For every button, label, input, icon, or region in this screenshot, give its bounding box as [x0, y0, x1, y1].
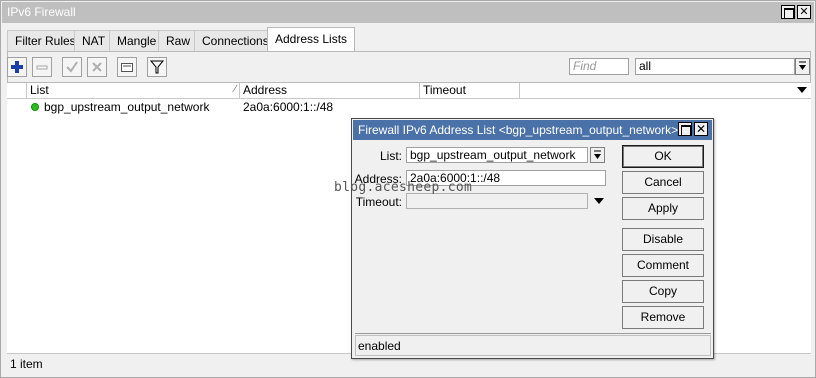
window-title: IPv6 Firewall [7, 5, 76, 19]
cancel-button[interactable]: Cancel [622, 171, 704, 194]
list-dropdown-button[interactable] [590, 147, 605, 163]
column-header-empty [520, 83, 811, 99]
filter-dropdown-button[interactable] [795, 58, 810, 75]
ok-button[interactable]: OK [622, 145, 704, 168]
table-header: List ⁄ Address Timeout [7, 83, 811, 99]
find-input[interactable]: Find [569, 58, 629, 75]
watermark: blog.acesheep.com [334, 180, 473, 195]
timeout-field[interactable] [406, 193, 588, 209]
close-icon[interactable]: ✕ [797, 5, 811, 19]
address-list-dialog: Firewall IPv6 Address List <bgp_upstream… [351, 118, 714, 359]
list-label: List: [379, 149, 402, 163]
cell-list: bgp_upstream_output_network [44, 100, 210, 114]
timeout-expand-icon[interactable] [594, 198, 604, 205]
copy-button[interactable]: Copy [622, 280, 704, 303]
filter-button[interactable] [147, 57, 167, 77]
tab-connections[interactable]: Connections [194, 30, 277, 51]
dialog-divider [355, 333, 711, 334]
status-dot-icon [31, 103, 39, 111]
list-select[interactable]: bgp_upstream_output_network [406, 147, 588, 163]
cell-address: 2a0a:6000:1::/48 [243, 100, 334, 114]
comment-button[interactable]: Comment [622, 254, 704, 277]
chevron-down-icon [594, 150, 601, 159]
tab-address-lists[interactable]: Address Lists [267, 27, 356, 52]
remove-button[interactable] [32, 57, 52, 77]
comment-button[interactable] [117, 57, 137, 77]
maximize-icon[interactable] [781, 5, 795, 19]
dialog-close-icon[interactable]: ✕ [694, 122, 708, 136]
item-count: 1 item [10, 357, 43, 371]
column-menu-icon[interactable] [797, 86, 807, 94]
enable-button[interactable] [62, 57, 82, 77]
dialog-title: Firewall IPv6 Address List <bgp_upstream… [353, 120, 712, 140]
sort-icon: ⁄ [234, 84, 236, 95]
dialog-maximize-icon[interactable] [678, 122, 692, 136]
column-header-selector[interactable] [7, 83, 27, 99]
tab-raw[interactable]: Raw [158, 30, 199, 51]
remove-button[interactable]: Remove [622, 306, 704, 329]
window-titlebar: IPv6 Firewall [2, 2, 814, 23]
disable-button[interactable]: Disable [622, 228, 704, 251]
dialog-status-bar: enabled [355, 335, 711, 356]
tab-nat[interactable]: NAT [74, 30, 114, 51]
filter-icon [150, 60, 164, 74]
column-header-timeout[interactable]: Timeout [420, 83, 520, 99]
comment-icon [121, 63, 133, 72]
chevron-down-icon [799, 61, 806, 70]
enable-icon [66, 61, 78, 73]
column-header-list[interactable]: List ⁄ [27, 83, 240, 99]
apply-button[interactable]: Apply [622, 197, 704, 220]
add-button[interactable] [7, 57, 27, 77]
disable-button[interactable] [87, 57, 107, 77]
table-row[interactable]: bgp_upstream_output_network 2a0a:6000:1:… [7, 99, 811, 115]
column-header-address[interactable]: Address [240, 83, 420, 99]
filter-select[interactable]: all [635, 58, 795, 75]
timeout-label: Timeout: [355, 195, 402, 209]
add-icon [11, 61, 23, 73]
tab-filter-rules[interactable]: Filter Rules [7, 30, 84, 51]
remove-icon [36, 65, 48, 70]
dialog-status-text: enabled [358, 339, 401, 353]
tab-mangle[interactable]: Mangle [109, 30, 165, 51]
disable-icon [92, 62, 102, 72]
